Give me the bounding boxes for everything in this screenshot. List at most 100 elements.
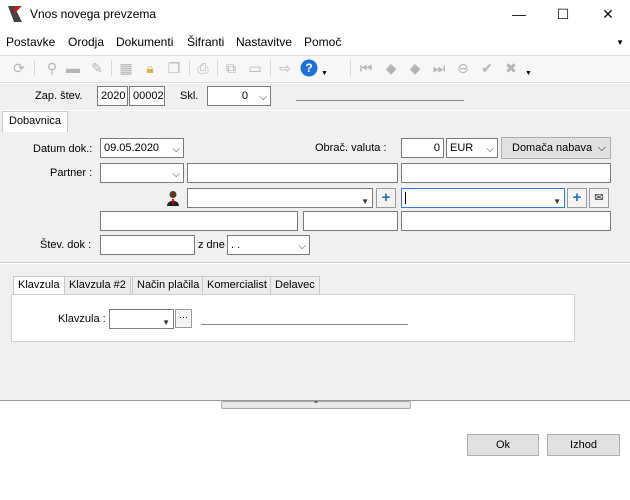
tab-dobavnica-label: Dobavnica — [9, 115, 61, 127]
chevron-down-icon: ⌵ — [259, 92, 267, 103]
zap-year-field[interactable]: 2020 — [97, 86, 128, 106]
stev-label: Štev. dok : — [40, 239, 92, 251]
zdne-value: . . — [231, 239, 241, 251]
tab-klavzula-2[interactable]: Klavzula #2 — [64, 276, 131, 295]
toolbar-separator — [217, 60, 218, 76]
text-cursor — [405, 192, 406, 204]
up-icon[interactable]: ⊖ — [454, 59, 472, 77]
zap-number-field[interactable]: 00002 — [129, 86, 165, 106]
stev-field[interactable] — [100, 235, 195, 255]
maximize-button[interactable]: ☐ — [553, 5, 573, 23]
close-button[interactable]: ✕ — [598, 5, 618, 23]
header-strip — [0, 84, 630, 110]
first-icon[interactable]: ⏮ — [357, 59, 375, 77]
chevron-down-icon: ⌵ — [172, 144, 180, 155]
izhod-button[interactable]: Izhod — [547, 434, 620, 456]
help-dropdown-icon[interactable]: ▼ — [321, 70, 328, 77]
copy-icon[interactable]: ⧉ — [222, 59, 240, 77]
toolbar-separator — [189, 60, 190, 76]
lock-icon[interactable]: 🔒︎ — [141, 59, 159, 77]
dropdown-arrow-icon: ▼ — [162, 318, 170, 327]
prev-icon[interactable]: ◆ — [382, 59, 400, 77]
main-panel — [0, 111, 630, 263]
pen-icon[interactable]: ✎ — [88, 59, 106, 77]
menu-postavke[interactable]: Postavke — [6, 35, 55, 49]
user-icon — [166, 190, 180, 206]
currency-select[interactable]: EUR ⌵ — [446, 138, 498, 158]
toolbar-separator — [270, 60, 271, 76]
help-icon[interactable]: ? — [300, 59, 318, 77]
tab-klavzula[interactable]: Klavzula — [13, 276, 65, 295]
datum-label: Datum dok.: — [33, 143, 93, 155]
partner-select[interactable]: ⌵ — [100, 163, 184, 183]
chevron-down-icon: ⌵ — [597, 142, 606, 154]
splitter-handle[interactable]: ⌃ — [221, 401, 411, 409]
toolbar-separator — [111, 60, 112, 76]
tab-nacin-placila[interactable]: Način plačila — [132, 276, 205, 295]
pin-icon[interactable]: ⚲ — [43, 59, 61, 77]
post-field[interactable] — [100, 211, 298, 231]
menu-sifranti[interactable]: Šifranti — [187, 35, 224, 49]
refresh-icon[interactable]: ⟳ — [10, 59, 28, 77]
partner-address-field[interactable] — [401, 163, 611, 183]
klavzula-description-line — [201, 324, 408, 325]
add-contact-button[interactable]: + — [376, 188, 396, 208]
window-title: Vnos novega prevzema — [30, 7, 157, 21]
contact-select[interactable]: ▼ — [187, 188, 373, 208]
folder-icon[interactable]: ▬ — [64, 59, 82, 77]
partner-name-field[interactable] — [187, 163, 398, 183]
toolbar-separator — [350, 60, 351, 76]
add-contact2-button[interactable]: + — [567, 188, 587, 208]
chevron-down-icon: ⌵ — [172, 169, 180, 180]
chevron-down-icon: ⌵ — [486, 144, 494, 155]
skl-description-line — [296, 100, 464, 101]
next-icon[interactable]: ◆ — [406, 59, 424, 77]
zap-label: Zap. štev. — [35, 90, 83, 102]
last-icon[interactable]: ⏭ — [430, 59, 448, 77]
extra-field[interactable] — [401, 211, 611, 231]
obrac-label: Obrač. valuta : — [315, 142, 387, 154]
datum-field[interactable]: 09.05.2020 ⌵ — [100, 138, 184, 158]
menu-pomoc[interactable]: Pomoč — [304, 35, 341, 49]
tab-dobavnica[interactable]: Dobavnica — [2, 111, 68, 132]
zdne-label: z dne — [198, 239, 225, 251]
app-logo-icon — [8, 6, 22, 22]
obrac-field[interactable]: 0 — [401, 138, 444, 158]
domaca-nabava-select[interactable]: Domača nabava ⌵ — [501, 137, 611, 159]
chevron-down-icon: ⌵ — [298, 241, 306, 252]
klavzula-more-button[interactable]: ··· — [175, 309, 192, 328]
menu-nastavitve[interactable]: Nastavitve — [236, 35, 292, 49]
calculator-icon[interactable]: ▦ — [117, 59, 135, 77]
contact2-select[interactable]: ▼ — [401, 188, 565, 208]
zdne-field[interactable]: . . ⌵ — [227, 235, 310, 255]
currency-value: EUR — [450, 142, 474, 154]
minimize-button[interactable]: — — [509, 5, 529, 23]
print-icon[interactable]: ⎙ — [194, 59, 212, 77]
toolbar-overflow-icon[interactable]: ▼ — [525, 70, 532, 77]
city-field[interactable] — [303, 211, 398, 231]
svg-text:?: ? — [305, 61, 312, 75]
skl-label: Skl. — [180, 90, 199, 102]
toolbar-separator — [34, 60, 35, 76]
skl-select[interactable]: 0 ⌵ — [207, 86, 271, 106]
dropdown-arrow-icon: ▼ — [553, 197, 561, 206]
mail-icon[interactable]: ✉ — [589, 188, 609, 208]
check-icon[interactable]: ✔ — [478, 59, 496, 77]
cancel-icon[interactable]: ✖ — [502, 59, 520, 77]
klavzula-label: Klavzula : — [58, 313, 106, 325]
partner-label: Partner : — [50, 167, 93, 179]
skl-value: 0 — [241, 90, 248, 102]
menu-orodja[interactable]: Orodja — [68, 35, 104, 49]
dropdown-arrow-icon: ▼ — [361, 197, 369, 206]
datum-value: 09.05.2020 — [104, 142, 160, 154]
menu-dokumenti[interactable]: Dokumenti — [116, 35, 173, 49]
export-icon[interactable]: ⇨ — [276, 59, 294, 77]
paste-icon[interactable]: ▭ — [246, 59, 264, 77]
klavzula-select[interactable]: ▼ — [109, 309, 174, 329]
menu-overflow-icon[interactable]: ▼ — [616, 38, 624, 47]
tab-delavec[interactable]: Delavec — [270, 276, 320, 295]
tab-komercialist[interactable]: Komercialist — [202, 276, 272, 295]
domaca-value: Domača nabava — [512, 142, 593, 154]
ok-button[interactable]: Ok — [467, 434, 539, 456]
copy-window-icon[interactable]: ❐ — [165, 59, 183, 77]
